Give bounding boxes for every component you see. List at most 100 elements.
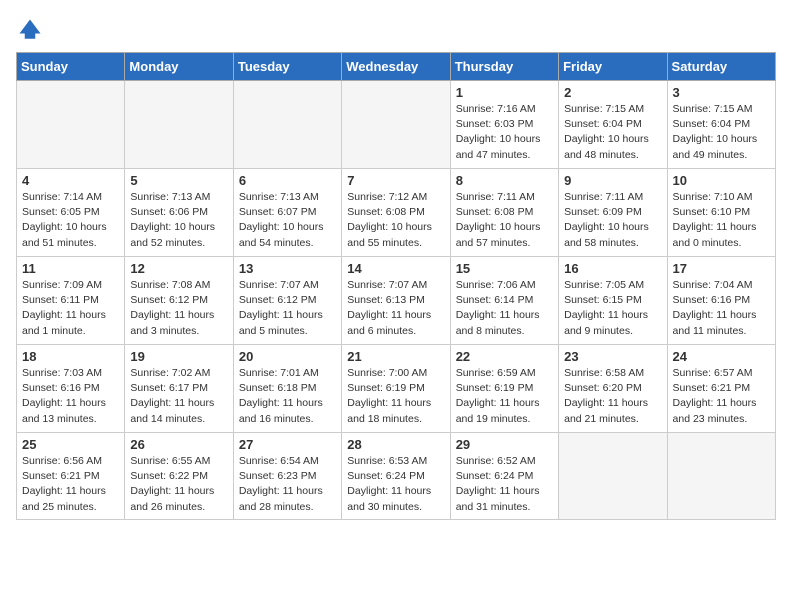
day-number: 7 bbox=[347, 173, 444, 188]
day-info: Sunrise: 7:08 AMSunset: 6:12 PMDaylight:… bbox=[130, 278, 227, 339]
day-info: Sunrise: 7:05 AMSunset: 6:15 PMDaylight:… bbox=[564, 278, 661, 339]
calendar-cell: 13 Sunrise: 7:07 AMSunset: 6:12 PMDayligh… bbox=[233, 257, 341, 345]
day-number: 20 bbox=[239, 349, 336, 364]
day-info: Sunrise: 6:52 AMSunset: 6:24 PMDaylight:… bbox=[456, 454, 553, 515]
calendar-cell: 4Sunrise: 7:14 AMSunset: 6:05 PMDaylight… bbox=[17, 169, 125, 257]
day-number: 25 bbox=[22, 437, 119, 452]
calendar-week-2: 4Sunrise: 7:14 AMSunset: 6:05 PMDaylight… bbox=[17, 169, 776, 257]
day-number: 18 bbox=[22, 349, 119, 364]
calendar-week-3: 11 Sunrise: 7:09 AMSunset: 6:11 PMDayligh… bbox=[17, 257, 776, 345]
day-info: Sunrise: 7:11 AMSunset: 6:09 PMDaylight:… bbox=[564, 190, 661, 251]
calendar-cell: 15 Sunrise: 7:06 AMSunset: 6:14 PMDayligh… bbox=[450, 257, 558, 345]
day-number: 13 bbox=[239, 261, 336, 276]
calendar-cell: 16 Sunrise: 7:05 AMSunset: 6:15 PMDayligh… bbox=[559, 257, 667, 345]
day-info: Sunrise: 6:54 AMSunset: 6:23 PMDaylight:… bbox=[239, 454, 336, 515]
day-info: Sunrise: 7:16 AMSunset: 6:03 PMDaylight:… bbox=[456, 102, 553, 163]
day-info: Sunrise: 7:12 AMSunset: 6:08 PMDaylight:… bbox=[347, 190, 444, 251]
calendar-cell: 12 Sunrise: 7:08 AMSunset: 6:12 PMDayligh… bbox=[125, 257, 233, 345]
weekday-header-monday: Monday bbox=[125, 53, 233, 81]
weekday-header-wednesday: Wednesday bbox=[342, 53, 450, 81]
calendar-cell: 1 Sunrise: 7:16 AMSunset: 6:03 PMDaylight… bbox=[450, 81, 558, 169]
day-number: 17 bbox=[673, 261, 770, 276]
day-info: Sunrise: 7:09 AMSunset: 6:11 PMDaylight:… bbox=[22, 278, 119, 339]
day-number: 29 bbox=[456, 437, 553, 452]
calendar-cell: 29 Sunrise: 6:52 AMSunset: 6:24 PMDayligh… bbox=[450, 433, 558, 520]
day-number: 16 bbox=[564, 261, 661, 276]
header bbox=[16, 16, 776, 44]
day-number: 12 bbox=[130, 261, 227, 276]
day-info: Sunrise: 7:07 AMSunset: 6:13 PMDaylight:… bbox=[347, 278, 444, 339]
day-info: Sunrise: 7:04 AMSunset: 6:16 PMDaylight:… bbox=[673, 278, 770, 339]
day-number: 15 bbox=[456, 261, 553, 276]
day-info: Sunrise: 7:15 AMSunset: 6:04 PMDaylight:… bbox=[673, 102, 770, 163]
day-info: Sunrise: 7:02 AMSunset: 6:17 PMDaylight:… bbox=[130, 366, 227, 427]
calendar-cell: 28 Sunrise: 6:53 AMSunset: 6:24 PMDayligh… bbox=[342, 433, 450, 520]
day-info: Sunrise: 7:07 AMSunset: 6:12 PMDaylight:… bbox=[239, 278, 336, 339]
day-number: 28 bbox=[347, 437, 444, 452]
calendar-cell: 7 Sunrise: 7:12 AMSunset: 6:08 PMDaylight… bbox=[342, 169, 450, 257]
logo bbox=[16, 16, 48, 44]
day-info: Sunrise: 7:15 AMSunset: 6:04 PMDaylight:… bbox=[564, 102, 661, 163]
calendar-cell: 8Sunrise: 7:11 AMSunset: 6:08 PMDaylight… bbox=[450, 169, 558, 257]
calendar-cell bbox=[17, 81, 125, 169]
day-number: 26 bbox=[130, 437, 227, 452]
day-info: Sunrise: 6:58 AMSunset: 6:20 PMDaylight:… bbox=[564, 366, 661, 427]
day-info: Sunrise: 6:56 AMSunset: 6:21 PMDaylight:… bbox=[22, 454, 119, 515]
day-info: Sunrise: 7:06 AMSunset: 6:14 PMDaylight:… bbox=[456, 278, 553, 339]
day-info: Sunrise: 7:00 AMSunset: 6:19 PMDaylight:… bbox=[347, 366, 444, 427]
calendar-cell: 2 Sunrise: 7:15 AMSunset: 6:04 PMDaylight… bbox=[559, 81, 667, 169]
calendar-cell: 24 Sunrise: 6:57 AMSunset: 6:21 PMDayligh… bbox=[667, 345, 775, 433]
calendar-cell: 17 Sunrise: 7:04 AMSunset: 6:16 PMDayligh… bbox=[667, 257, 775, 345]
calendar-cell: 11 Sunrise: 7:09 AMSunset: 6:11 PMDayligh… bbox=[17, 257, 125, 345]
logo-icon bbox=[16, 16, 44, 44]
weekday-header-row: SundayMondayTuesdayWednesdayThursdayFrid… bbox=[17, 53, 776, 81]
calendar-cell: 9 Sunrise: 7:11 AMSunset: 6:09 PMDaylight… bbox=[559, 169, 667, 257]
day-info: Sunrise: 7:01 AMSunset: 6:18 PMDaylight:… bbox=[239, 366, 336, 427]
calendar-cell: 23 Sunrise: 6:58 AMSunset: 6:20 PMDayligh… bbox=[559, 345, 667, 433]
day-number: 23 bbox=[564, 349, 661, 364]
day-number: 5 bbox=[130, 173, 227, 188]
day-info: Sunrise: 7:03 AMSunset: 6:16 PMDaylight:… bbox=[22, 366, 119, 427]
calendar-cell: 10 Sunrise: 7:10 AMSunset: 6:10 PMDayligh… bbox=[667, 169, 775, 257]
calendar-cell bbox=[233, 81, 341, 169]
day-number: 22 bbox=[456, 349, 553, 364]
calendar-cell bbox=[559, 433, 667, 520]
day-number: 14 bbox=[347, 261, 444, 276]
calendar-cell bbox=[125, 81, 233, 169]
day-number: 27 bbox=[239, 437, 336, 452]
day-number: 1 bbox=[456, 85, 553, 100]
calendar-cell: 3 Sunrise: 7:15 AMSunset: 6:04 PMDaylight… bbox=[667, 81, 775, 169]
day-info: Sunrise: 6:53 AMSunset: 6:24 PMDaylight:… bbox=[347, 454, 444, 515]
day-number: 2 bbox=[564, 85, 661, 100]
calendar-cell: 14 Sunrise: 7:07 AMSunset: 6:13 PMDayligh… bbox=[342, 257, 450, 345]
day-number: 9 bbox=[564, 173, 661, 188]
calendar-week-5: 25 Sunrise: 6:56 AMSunset: 6:21 PMDayligh… bbox=[17, 433, 776, 520]
day-number: 8 bbox=[456, 173, 553, 188]
calendar-cell bbox=[667, 433, 775, 520]
day-info: Sunrise: 6:55 AMSunset: 6:22 PMDaylight:… bbox=[130, 454, 227, 515]
calendar: SundayMondayTuesdayWednesdayThursdayFrid… bbox=[16, 52, 776, 520]
day-number: 3 bbox=[673, 85, 770, 100]
day-number: 4 bbox=[22, 173, 119, 188]
calendar-cell: 19Sunrise: 7:02 AMSunset: 6:17 PMDayligh… bbox=[125, 345, 233, 433]
day-number: 10 bbox=[673, 173, 770, 188]
calendar-cell bbox=[342, 81, 450, 169]
calendar-cell: 5 Sunrise: 7:13 AMSunset: 6:06 PMDaylight… bbox=[125, 169, 233, 257]
calendar-cell: 25 Sunrise: 6:56 AMSunset: 6:21 PMDayligh… bbox=[17, 433, 125, 520]
weekday-header-friday: Friday bbox=[559, 53, 667, 81]
calendar-week-1: 1 Sunrise: 7:16 AMSunset: 6:03 PMDaylight… bbox=[17, 81, 776, 169]
weekday-header-thursday: Thursday bbox=[450, 53, 558, 81]
day-number: 24 bbox=[673, 349, 770, 364]
calendar-cell: 20 Sunrise: 7:01 AMSunset: 6:18 PMDayligh… bbox=[233, 345, 341, 433]
weekday-header-tuesday: Tuesday bbox=[233, 53, 341, 81]
calendar-cell: 27 Sunrise: 6:54 AMSunset: 6:23 PMDayligh… bbox=[233, 433, 341, 520]
calendar-cell: 22Sunrise: 6:59 AMSunset: 6:19 PMDayligh… bbox=[450, 345, 558, 433]
day-info: Sunrise: 7:13 AMSunset: 6:06 PMDaylight:… bbox=[130, 190, 227, 251]
day-info: Sunrise: 7:10 AMSunset: 6:10 PMDaylight:… bbox=[673, 190, 770, 251]
day-number: 11 bbox=[22, 261, 119, 276]
calendar-cell: 18 Sunrise: 7:03 AMSunset: 6:16 PMDayligh… bbox=[17, 345, 125, 433]
calendar-week-4: 18 Sunrise: 7:03 AMSunset: 6:16 PMDayligh… bbox=[17, 345, 776, 433]
calendar-cell: 6Sunrise: 7:13 AMSunset: 6:07 PMDaylight… bbox=[233, 169, 341, 257]
day-info: Sunrise: 6:57 AMSunset: 6:21 PMDaylight:… bbox=[673, 366, 770, 427]
calendar-cell: 21Sunrise: 7:00 AMSunset: 6:19 PMDayligh… bbox=[342, 345, 450, 433]
